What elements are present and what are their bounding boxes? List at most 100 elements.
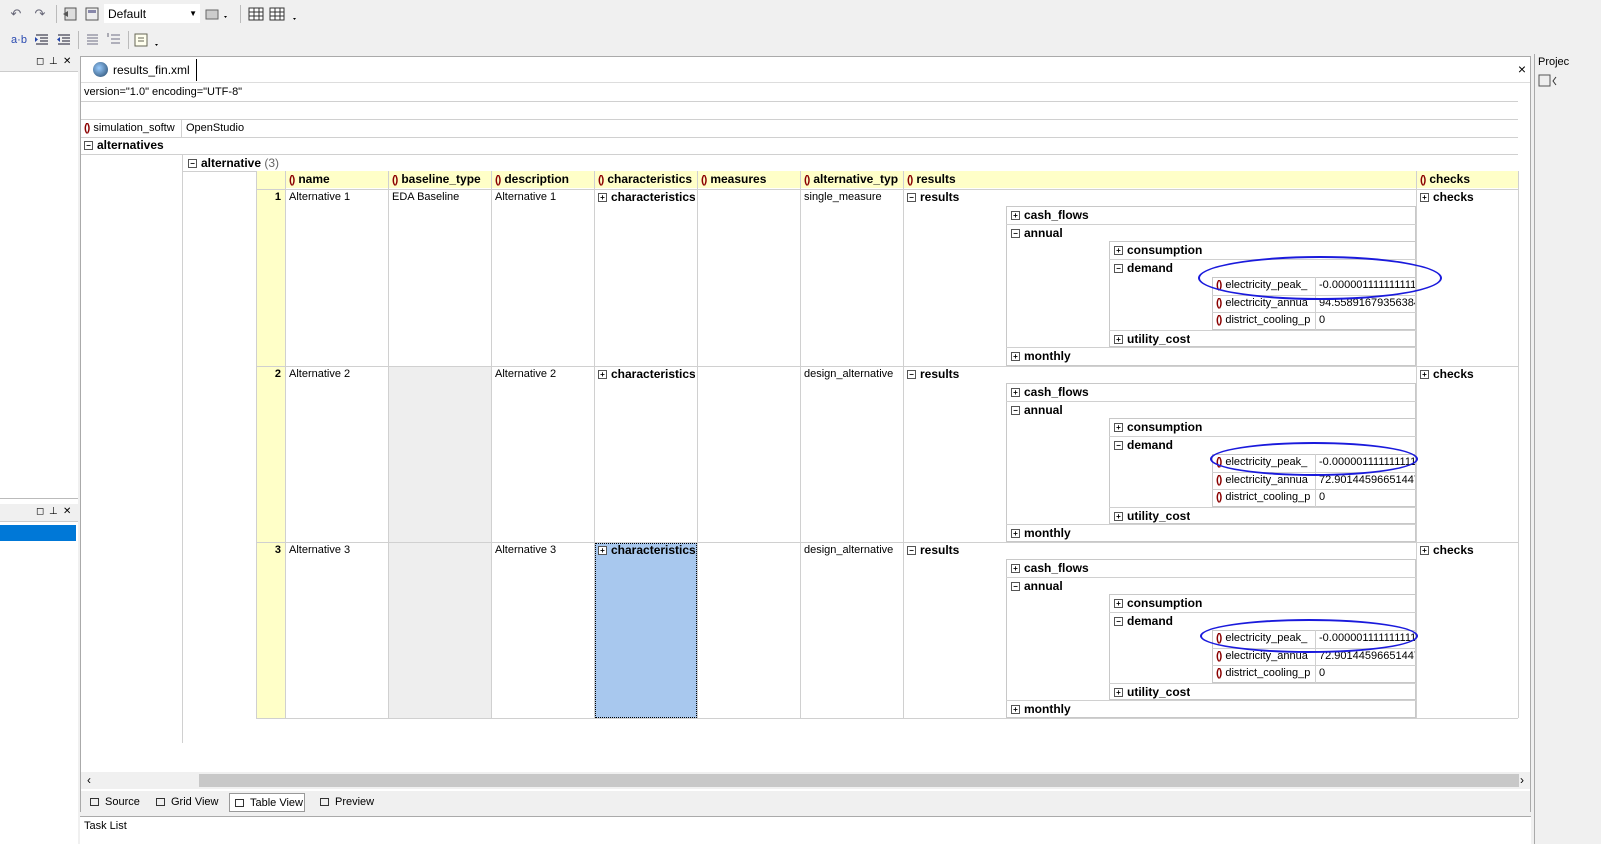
scrollbar-thumb[interactable]	[199, 774, 1519, 787]
name-cell[interactable]: Alternative 3	[286, 542, 386, 559]
cash-flows-node[interactable]: + cash_flows	[1008, 207, 1089, 224]
collapse-icon[interactable]: −	[907, 193, 916, 203]
horizontal-scrollbar[interactable]: ‹ ›	[81, 772, 1530, 789]
column-header-checks[interactable]: () checks	[1417, 171, 1517, 189]
description-cell[interactable]: Alternative 3	[492, 542, 592, 559]
table-dropdown-icon[interactable]	[268, 4, 300, 24]
close-document-icon[interactable]: ×	[1518, 61, 1526, 77]
expand-icon[interactable]: +	[1420, 546, 1429, 556]
expand-icon[interactable]: +	[1011, 564, 1020, 574]
style-sheet-icon[interactable]	[82, 4, 102, 24]
tab-preview[interactable]: Preview	[315, 793, 379, 812]
text-state-icon[interactable]: a·b	[8, 30, 30, 50]
expand-icon[interactable]: +	[1011, 529, 1020, 539]
characteristics-node[interactable]: + characteristics	[595, 189, 695, 206]
list-numbered-icon[interactable]	[104, 30, 124, 50]
alternative-type-cell[interactable]: single_measure	[801, 189, 901, 206]
expand-icon[interactable]: +	[598, 546, 607, 556]
expand-icon[interactable]: +	[1114, 423, 1123, 433]
cash-flows-node[interactable]: + cash_flows	[1008, 384, 1089, 401]
expand-icon[interactable]: +	[1011, 388, 1020, 398]
monthly-node[interactable]: + monthly	[1008, 348, 1071, 365]
demand-item-name[interactable]: () district_cooling_p	[1213, 665, 1314, 682]
pin-icon[interactable]: ⊥	[49, 56, 58, 67]
alternative-type-cell[interactable]: design_alternative	[801, 542, 901, 559]
table-icon[interactable]	[246, 4, 266, 24]
style-combo[interactable]: Default ▼	[104, 4, 200, 23]
list-icon[interactable]	[82, 30, 102, 50]
collapse-icon[interactable]: −	[1011, 229, 1020, 239]
demand-node[interactable]: − demand	[1111, 437, 1173, 454]
demand-item-value[interactable]: 0	[1316, 489, 1415, 506]
expand-icon[interactable]: +	[1011, 352, 1020, 362]
collapse-icon[interactable]: −	[907, 370, 916, 380]
collapse-icon[interactable]: −	[188, 159, 197, 169]
alternatives-node[interactable]: − alternatives	[81, 137, 164, 154]
baseline-type-cell[interactable]: EDA Baseline	[389, 189, 489, 206]
column-header-measures[interactable]: () measures	[698, 171, 799, 189]
checks-node[interactable]: + checks	[1417, 366, 1517, 383]
tab-results-file[interactable]: results_fin.xml	[87, 59, 197, 81]
expand-icon[interactable]: +	[1011, 211, 1020, 221]
checks-node[interactable]: + checks	[1417, 542, 1517, 559]
annual-node[interactable]: − annual	[1008, 225, 1063, 242]
column-header-description[interactable]: () description	[492, 171, 593, 189]
consumption-node[interactable]: + consumption	[1111, 419, 1202, 436]
tab-source[interactable]: Source	[85, 793, 145, 812]
restore-icon[interactable]: ◻	[36, 56, 44, 67]
assign-style-icon[interactable]	[60, 4, 80, 24]
utility-cost-node[interactable]: + utility_cost	[1111, 684, 1190, 701]
close-icon[interactable]: ✕	[63, 506, 71, 517]
column-header-baseline-type[interactable]: () baseline_type	[389, 171, 490, 189]
expand-icon[interactable]: +	[598, 193, 607, 203]
column-header-alternative-typ[interactable]: () alternative_typ	[801, 171, 902, 189]
name-cell[interactable]: Alternative 1	[286, 189, 386, 206]
collapse-icon[interactable]: −	[907, 546, 916, 556]
expand-icon[interactable]: +	[1420, 193, 1429, 203]
demand-item-value[interactable]: 0	[1316, 665, 1415, 682]
collapse-icon[interactable]: −	[1011, 582, 1020, 592]
consumption-node[interactable]: + consumption	[1111, 242, 1202, 259]
redo-icon[interactable]: ↷	[30, 4, 50, 24]
expand-icon[interactable]: +	[1114, 688, 1123, 698]
expand-icon[interactable]: +	[1420, 370, 1429, 380]
results-node[interactable]: − results	[904, 366, 1004, 383]
selected-list-item[interactable]	[0, 525, 76, 541]
demand-node[interactable]: − demand	[1111, 260, 1173, 277]
tools-dropdown-icon[interactable]	[203, 4, 231, 24]
demand-item-value[interactable]: 0	[1316, 312, 1415, 329]
close-icon[interactable]: ✕	[63, 56, 71, 67]
indent-icon[interactable]	[32, 30, 52, 50]
scroll-right-icon[interactable]: ›	[1520, 773, 1524, 787]
name-cell[interactable]: Alternative 2	[286, 366, 386, 383]
collapse-icon[interactable]: −	[1011, 406, 1020, 416]
monthly-node[interactable]: + monthly	[1008, 701, 1071, 718]
annual-node[interactable]: − annual	[1008, 578, 1063, 595]
column-header-results[interactable]: () results	[904, 171, 1415, 189]
insert-dropdown-icon[interactable]	[132, 30, 164, 50]
results-node[interactable]: − results	[904, 542, 1004, 559]
collapse-icon[interactable]: −	[1114, 264, 1123, 274]
utility-cost-node[interactable]: + utility_cost	[1111, 508, 1190, 525]
monthly-node[interactable]: + monthly	[1008, 525, 1071, 542]
expand-icon[interactable]: +	[1114, 335, 1123, 345]
expand-icon[interactable]: +	[598, 370, 607, 380]
column-header-characteristics[interactable]: () characteristics	[595, 171, 696, 189]
selected-cell[interactable]	[595, 543, 697, 718]
description-cell[interactable]: Alternative 2	[492, 366, 592, 383]
collapse-icon[interactable]: −	[1114, 617, 1123, 627]
pin-icon[interactable]: ⊥	[49, 506, 58, 517]
column-header-name[interactable]: () name	[286, 171, 387, 189]
demand-node[interactable]: − demand	[1111, 613, 1173, 630]
cash-flows-node[interactable]: + cash_flows	[1008, 560, 1089, 577]
restore-icon[interactable]: ◻	[36, 506, 44, 517]
characteristics-node[interactable]: + characteristics	[595, 366, 695, 383]
expand-icon[interactable]: +	[1011, 705, 1020, 715]
results-node[interactable]: − results	[904, 189, 1004, 206]
tab-table-view[interactable]: Table View	[229, 793, 305, 812]
project-icon[interactable]	[1538, 74, 1562, 91]
characteristics-node[interactable]: + characteristics	[595, 542, 695, 559]
scroll-left-icon[interactable]: ‹	[87, 773, 91, 787]
alternative-node[interactable]: − alternative (3)	[185, 155, 279, 172]
tab-grid-view[interactable]: Grid View	[151, 793, 223, 812]
